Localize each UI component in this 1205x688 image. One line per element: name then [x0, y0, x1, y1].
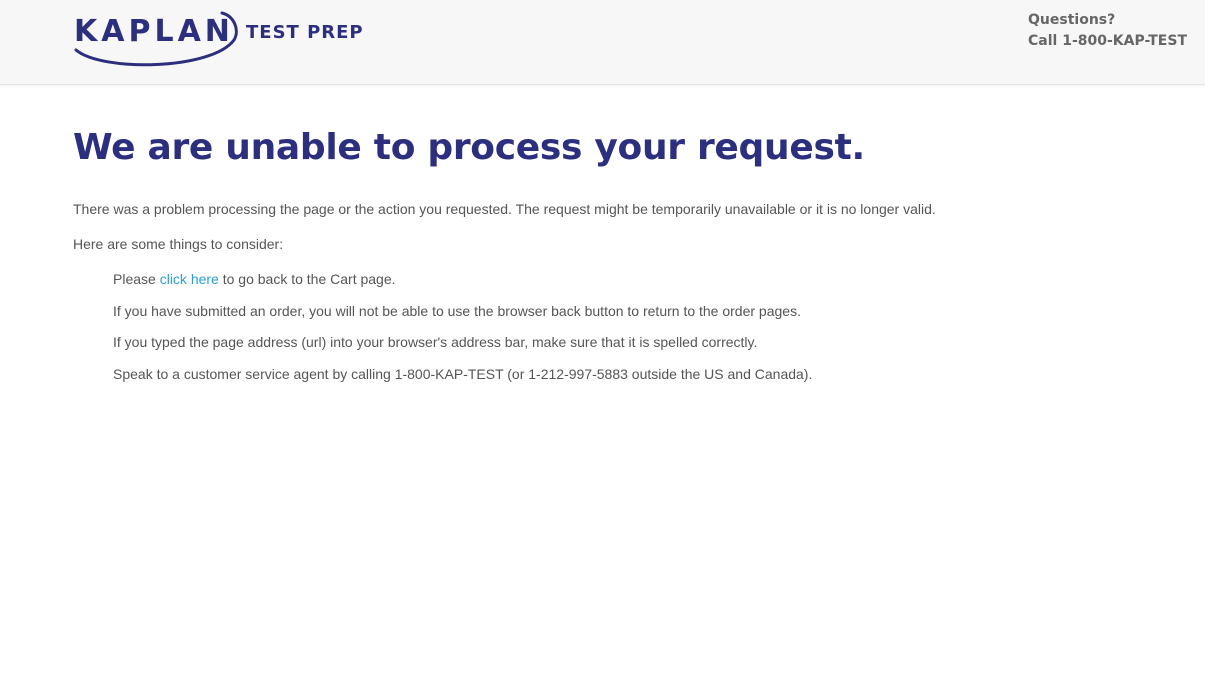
- suggestion-item-agent: Speak to a customer service agent by cal…: [113, 365, 813, 382]
- suggestion-suffix: to go back to the Cart page.: [218, 271, 396, 287]
- suggestion-item-order: If you have submitted an order, you will…: [113, 302, 801, 319]
- error-description: There was a problem processing the page …: [73, 201, 936, 217]
- page-title: We are unable to process your request.: [73, 127, 865, 168]
- suggestion-item-url: If you typed the page address (url) into…: [113, 334, 758, 350]
- suggestion-item-cart: Please click here to go back to the Cart…: [113, 270, 812, 288]
- suggestion-prefix: Please: [113, 271, 160, 287]
- consider-label: Here are some things to consider:: [73, 236, 284, 252]
- main-content: We are unable to process your request. T…: [73, 124, 1173, 382]
- contact-info: Questions? Call 1-800-KAP-TEST: [1028, 10, 1187, 52]
- logo-subtext: TEST PREP: [246, 22, 364, 43]
- suggestion-list: Please click here to go back to the Cart…: [113, 270, 812, 396]
- contact-phone: Call 1-800-KAP-TEST: [1028, 33, 1187, 49]
- contact-questions: Questions?: [1028, 12, 1116, 28]
- site-header: KAPLAN TEST PREP Questions? Call 1-800-K…: [0, 0, 1205, 85]
- cart-link[interactable]: click here: [160, 271, 219, 287]
- kaplan-logo[interactable]: KAPLAN TEST PREP: [72, 10, 372, 68]
- logo-wordmark: KAPLAN: [74, 14, 234, 49]
